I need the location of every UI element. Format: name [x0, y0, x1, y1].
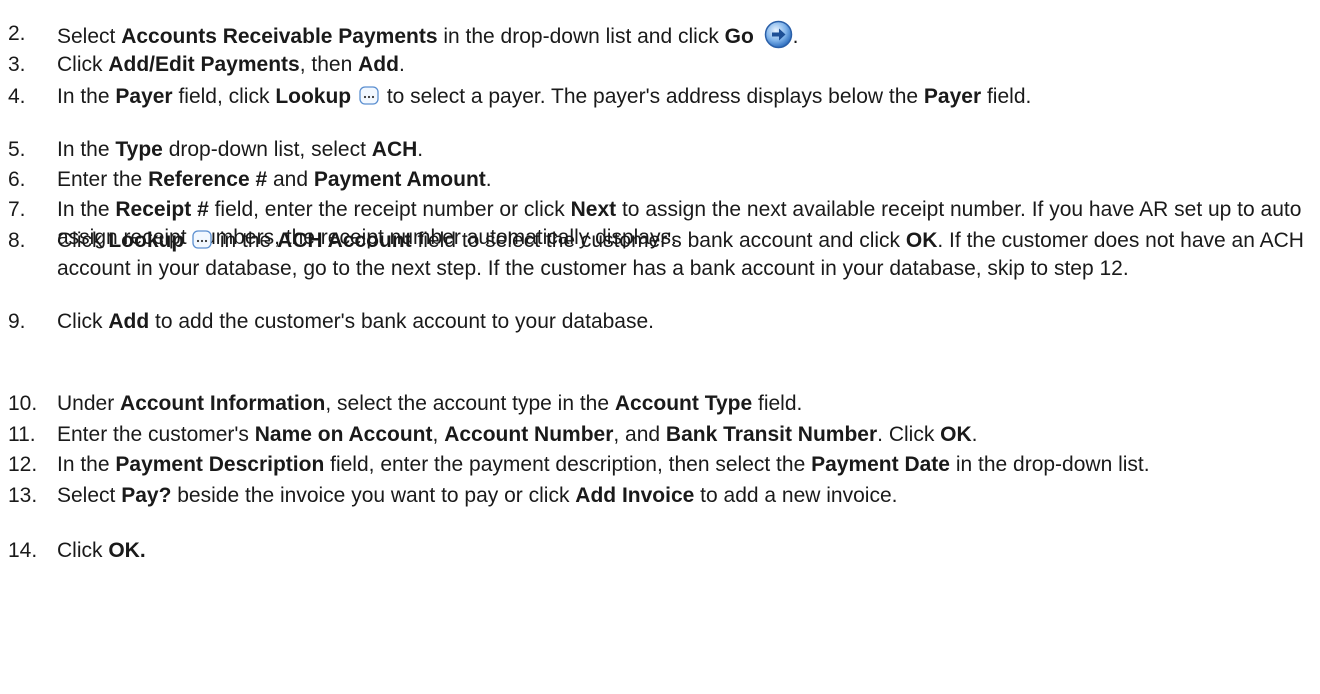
step-text-run: to add a new invoice.: [694, 484, 898, 507]
step-text-run: to add the customer's bank account to yo…: [149, 310, 654, 333]
step-text-run: to select a payer. The payer's address d…: [380, 85, 924, 108]
ui-term: OK.: [108, 539, 146, 562]
ui-term: Accounts Receivable Payments: [121, 25, 438, 48]
step-number: 2.: [8, 22, 26, 45]
step-text: Select Accounts Receivable Payments in t…: [57, 20, 1305, 51]
ui-term: Pay?: [121, 484, 172, 507]
ui-term: Add: [358, 53, 399, 76]
step-text: Select Pay? beside the invoice you want …: [57, 482, 1305, 510]
ui-term: Account Number: [444, 423, 614, 446]
ui-term: Name on Account: [254, 423, 433, 446]
step-number: 4.: [8, 85, 26, 108]
step-number: 9.: [8, 310, 26, 333]
step-text-run: field, click: [172, 85, 276, 108]
step-number: 10.: [8, 392, 38, 415]
step-text: Enter the Reference # and Payment Amount…: [57, 166, 1305, 194]
step-text-run: Select: [57, 484, 122, 507]
step-text-run: field.: [752, 392, 803, 415]
step-text-run: and: [267, 168, 314, 191]
ui-term: Add/Edit Payments: [108, 53, 300, 76]
ui-term: Add: [108, 310, 150, 333]
step-number: 8.: [8, 229, 26, 252]
ui-term: Payer: [923, 85, 982, 108]
ui-term: Add Invoice: [575, 484, 695, 507]
ui-term: Lookup: [108, 229, 185, 252]
ui-term: Payer: [115, 85, 173, 108]
ui-term: Payment Description: [115, 453, 325, 476]
ui-term: Receipt #: [115, 198, 209, 221]
step-text: In the Type drop-down list, select ACH.: [57, 136, 1305, 164]
step-text-run: .: [417, 138, 424, 161]
step-text: In the Payer field, click Lookup to sele…: [57, 83, 1305, 111]
go-arrow-icon: [764, 20, 793, 49]
step-text-run: Enter the: [57, 168, 149, 191]
step-text-run: Click: [57, 229, 109, 252]
step-text: Enter the customer's Name on Account, Ac…: [57, 421, 1305, 449]
step-text: Click Lookup in the ACH Account field to…: [57, 227, 1305, 283]
ui-term: Bank Transit Number: [665, 423, 878, 446]
step-text-run: ,: [432, 423, 445, 446]
ui-term: Account Type: [614, 392, 753, 415]
step-text-run: Under: [57, 392, 121, 415]
step-text-run: [754, 25, 760, 48]
step-text-run: beside the invoice you want to pay or cl…: [171, 484, 576, 507]
ui-term: OK: [905, 229, 938, 252]
step-text-run: drop-down list, select: [162, 138, 372, 161]
step-text: Click Add to add the customer's bank acc…: [57, 308, 1305, 336]
step-text-run: field.: [981, 85, 1032, 108]
step-text-run: Click: [57, 539, 109, 562]
step-number: 7.: [8, 198, 26, 221]
step-text-run: , and: [613, 423, 666, 446]
ui-term: Next: [570, 198, 617, 221]
step-text-run: In the: [57, 198, 116, 221]
ui-term: ACH: [371, 138, 418, 161]
ui-term: Go: [724, 25, 754, 48]
step-text-run: in the drop-down list and click: [437, 25, 725, 48]
step-text-run: Click: [57, 310, 109, 333]
step-text-run: In the: [57, 138, 116, 161]
step-text-run: .: [971, 423, 978, 446]
step-number: 11.: [8, 423, 36, 446]
step-number: 13.: [8, 484, 38, 507]
step-text: Under Account Information, select the ac…: [57, 390, 1305, 418]
step-text-run: field, enter the payment description, th…: [324, 453, 812, 476]
step-text-run: field, enter the receipt number or click: [208, 198, 571, 221]
ui-term: Payment Amount: [313, 168, 486, 191]
step-text-run: .: [792, 25, 799, 48]
ui-term: Account Information: [120, 392, 326, 415]
step-text-run: [351, 85, 357, 108]
step-text-run: , select the account type in the: [325, 392, 615, 415]
ui-term: Reference #: [148, 168, 268, 191]
step-text-run: . Click: [877, 423, 941, 446]
step-number: 14.: [8, 539, 38, 562]
step-text-run: .: [485, 168, 492, 191]
step-text-run: Select: [57, 25, 122, 48]
step-text: In the Payment Description field, enter …: [57, 451, 1305, 479]
ui-term: Lookup: [275, 85, 352, 108]
ui-term: Payment Date: [811, 453, 950, 476]
step-number: 3.: [8, 53, 26, 76]
step-text-run: in the drop-down list.: [949, 453, 1150, 476]
step-text-run: In the: [57, 453, 116, 476]
step-text-run: .: [398, 53, 405, 76]
ui-term: OK: [940, 423, 972, 446]
step-text-run: Enter the customer's: [57, 423, 255, 446]
step-text: Click Add/Edit Payments, then Add.: [57, 51, 1305, 79]
step-text-run: in the: [214, 229, 278, 252]
step-text-run: [184, 229, 190, 252]
step-text: Click OK.: [57, 537, 1305, 565]
step-text-run: field to select the customer's bank acco…: [411, 229, 906, 252]
ui-term: Type: [115, 138, 163, 161]
step-text-run: Click: [57, 53, 109, 76]
lookup-icon: [359, 85, 379, 105]
step-text-run: In the: [57, 85, 116, 108]
step-number: 12.: [8, 453, 38, 476]
step-number: 6.: [8, 168, 26, 191]
ui-term: ACH Account: [277, 229, 412, 252]
step-text-run: , then: [299, 53, 359, 76]
lookup-icon: [192, 229, 212, 249]
step-number: 5.: [8, 138, 26, 161]
